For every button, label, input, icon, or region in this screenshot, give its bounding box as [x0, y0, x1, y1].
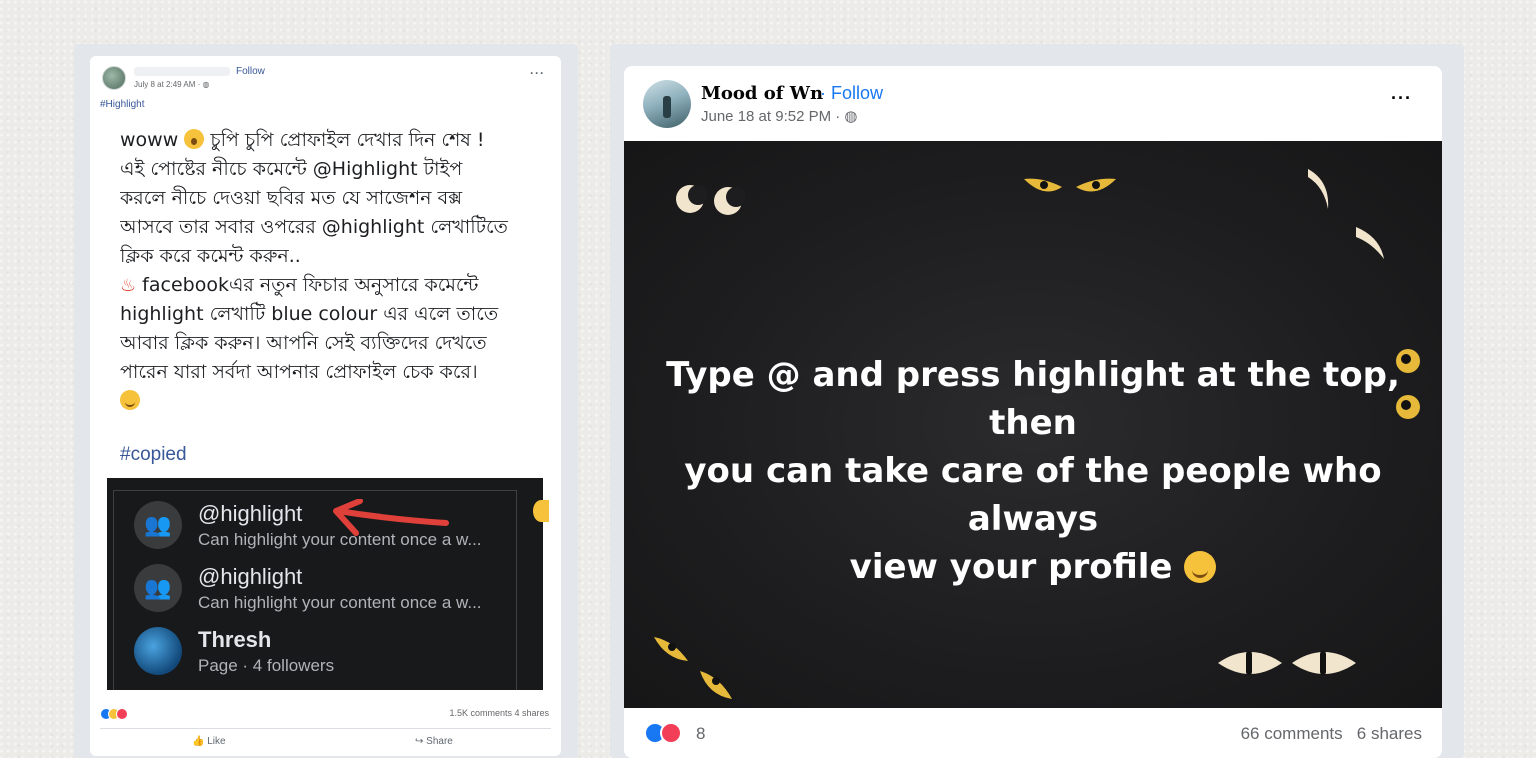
share-button[interactable]: ↪ Share	[415, 736, 453, 747]
post-body: woww চুপি চুপি প্রোফাইল দেখার দিন শেষ ! …	[120, 126, 540, 416]
suggestion-box: 👥 @highlight Can highlight your content …	[113, 490, 517, 690]
suggestion-subtitle: Can highlight your content once a w...	[198, 593, 482, 612]
caption-line: Type @ and press highlight at the top, t…	[666, 355, 1400, 443]
post-text: woww	[120, 129, 185, 151]
post-text: চুপি চুপি প্রোফাইল দেখার দিন শেষ !	[204, 129, 485, 151]
post-line: ♨ facebookএর নতুন ফিচার অনুসারে কমেন্টে	[120, 271, 540, 300]
suggestion-subtitle: Page · 4 followers	[198, 656, 335, 675]
suggestion-item: 👥 @highlight Can highlight your content …	[128, 558, 508, 618]
reaction-stats: 1.5K comments 4 shares	[90, 703, 561, 725]
action-bar: 👍 Like ↪ Share	[90, 734, 561, 752]
blurred-author-name	[134, 67, 230, 76]
comments-shares-count[interactable]: 1.5K comments 4 shares	[449, 708, 549, 718]
copied-hashtag-link[interactable]: #copied	[120, 444, 187, 466]
avatar[interactable]	[643, 80, 691, 128]
caption-line: you can take care of the people who alwa…	[684, 451, 1382, 539]
post-date[interactable]: June 18 at 9:52 PM · ◍	[701, 107, 858, 125]
reaction-icons[interactable]	[100, 707, 128, 725]
suggestion-title: @highlight	[198, 564, 303, 589]
reaction-stats: 8 66 comments 6 shares	[624, 718, 1442, 748]
post-line: ক্লিক করে কমেন্ট করুন..	[120, 245, 301, 267]
post-text: facebookএর নতুন ফিচার অনুসারে কমেন্টে	[136, 274, 479, 296]
post-line	[120, 387, 540, 416]
suggestion-title: @highlight	[198, 501, 303, 526]
wow-emoji-icon	[184, 129, 205, 149]
post-date[interactable]: July 8 at 2:49 AM · ◍	[134, 80, 209, 89]
caption-text: view your profile	[849, 547, 1185, 587]
love-reaction-icon	[116, 708, 128, 720]
love-reaction-icon	[660, 722, 682, 744]
post-line: এই পোষ্টের নীচে কমেন্টে @Highlight টাইপ	[120, 158, 463, 180]
thumbs-up-icon: 👍	[192, 736, 205, 747]
post-line: আবার ক্লিক করুন। আপনি সেই ব্যক্তিদের দেখ…	[120, 332, 487, 354]
left-post-card: Follow July 8 at 2:49 AM · ◍ ··· #Highli…	[90, 56, 561, 756]
partial-emoji-icon	[533, 500, 549, 522]
follow-link[interactable]: · Follow	[820, 83, 883, 104]
globe-icon: ◍	[202, 80, 210, 89]
shares-link[interactable]: 6 shares	[1357, 724, 1422, 743]
caption-line: view your profile	[624, 543, 1442, 591]
group-icon: 👥	[134, 501, 182, 549]
reaction-icons[interactable]	[644, 722, 682, 749]
hashtag-link[interactable]: #Highlight	[100, 99, 144, 110]
post-line: পারেন যারা সর্বদা আপনার প্রোফাইল চেক করে…	[120, 361, 478, 383]
post-image[interactable]: Type @ and press highlight at the top, t…	[624, 141, 1442, 708]
post-line: আসবে তার সবার ওপরের @highlight লেখাটিতে	[120, 216, 508, 238]
red-arrow-icon	[333, 499, 449, 536]
image-caption: Type @ and press highlight at the top, t…	[624, 351, 1442, 591]
post-line: highlight লেখাটি blue colour এর এলে তাতে	[120, 303, 499, 325]
author-name[interactable]: Mood of Wn	[701, 83, 823, 104]
post-line: woww চুপি চুপি প্রোফাইল দেখার দিন শেষ !	[120, 126, 540, 155]
follow-link[interactable]: Follow	[236, 66, 265, 77]
like-button[interactable]: 👍 Like	[192, 736, 226, 747]
like-label: Like	[207, 736, 226, 747]
reaction-count[interactable]: 8	[696, 724, 705, 744]
smile-emoji-icon	[120, 390, 140, 410]
divider	[100, 728, 551, 729]
post-date-text: June 18 at 9:52 PM ·	[701, 108, 845, 125]
comments-link[interactable]: 66 comments	[1241, 724, 1343, 743]
suggestion-item: Thresh Page · 4 followers	[128, 621, 508, 681]
right-post-card: Mood of Wn · Follow June 18 at 9:52 PM ·…	[624, 66, 1442, 758]
suggestion-title: Thresh	[198, 627, 272, 652]
share-label: Share	[426, 736, 453, 747]
smile-emoji-icon	[1184, 551, 1217, 583]
page-avatar-icon	[134, 627, 182, 675]
comments-shares-count: 66 comments 6 shares	[1241, 724, 1422, 744]
more-options-button[interactable]: ···	[530, 66, 545, 80]
globe-icon: ◍	[844, 108, 858, 125]
suggestion-screenshot[interactable]: 👥 @highlight Can highlight your content …	[107, 478, 549, 690]
post-date-text: July 8 at 2:49 AM ·	[134, 80, 203, 89]
avatar[interactable]	[102, 66, 126, 90]
more-options-button[interactable]: ···	[1391, 88, 1412, 109]
post-line: করলে নীচে দেওয়া ছবির মত যে সাজেশন বক্স	[120, 187, 463, 209]
hot-springs-icon: ♨	[120, 275, 137, 296]
share-icon: ↪	[415, 736, 424, 747]
group-icon: 👥	[134, 564, 182, 612]
